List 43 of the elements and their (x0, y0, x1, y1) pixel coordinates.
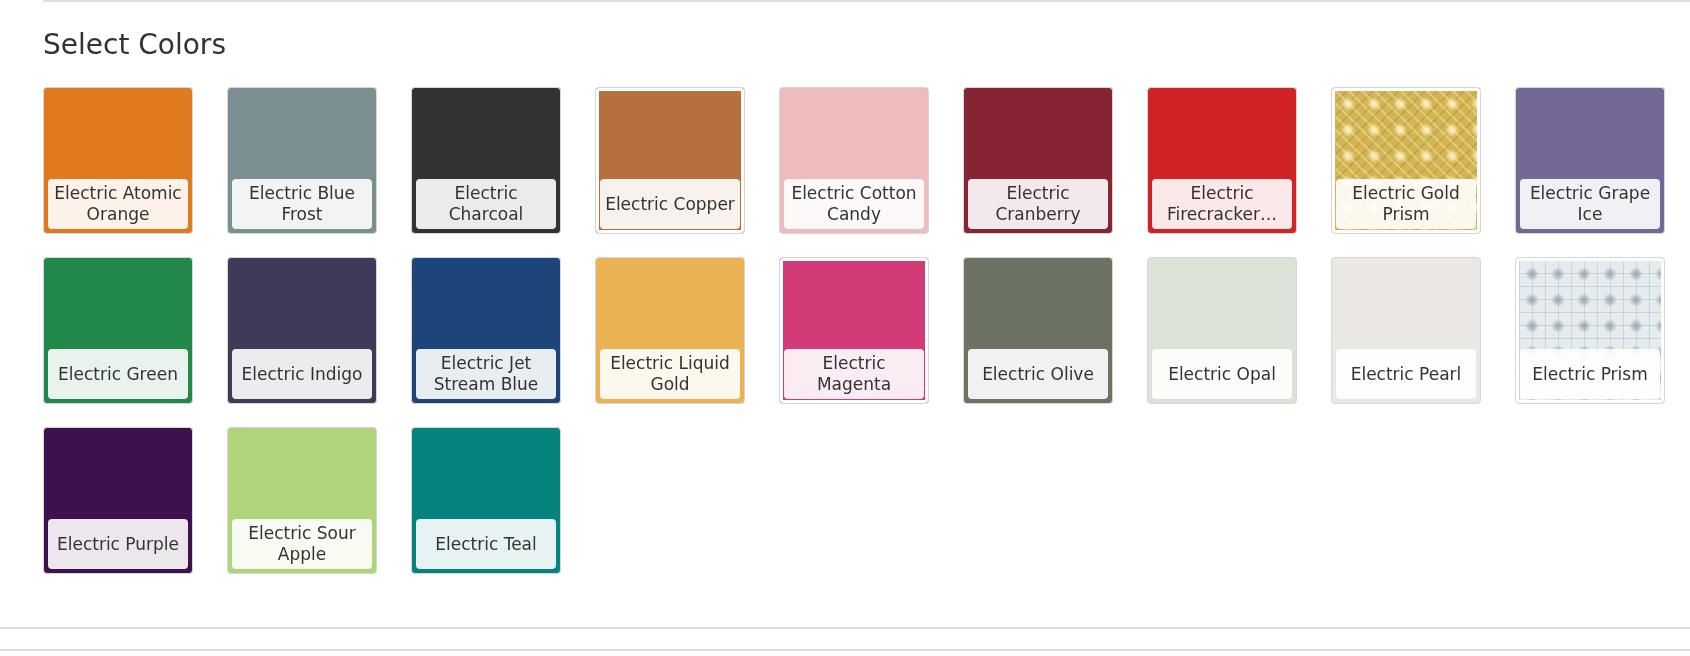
color-swatch[interactable]: Electric Firecracker… (1147, 87, 1297, 234)
color-swatch[interactable]: Electric Olive (963, 257, 1113, 404)
color-name-label: Electric Firecracker… (1152, 179, 1292, 229)
color-swatch[interactable]: Electric Sour Apple (227, 427, 377, 574)
color-name-label: Electric Cotton Candy (784, 179, 924, 229)
color-name-label: Electric Copper (600, 179, 740, 229)
color-swatch[interactable]: Electric Charcoal (411, 87, 561, 234)
color-name-label: Electric Blue Frost (232, 179, 372, 229)
color-name-label: Electric Teal (416, 519, 556, 569)
color-name-label: Electric Opal (1152, 349, 1292, 399)
color-swatch[interactable]: Electric Teal (411, 427, 561, 574)
color-swatch[interactable]: Electric Cranberry (963, 87, 1113, 234)
color-swatch[interactable]: Electric Prism (1515, 257, 1665, 404)
color-name-label: Electric Cranberry (968, 179, 1108, 229)
color-name-label: Electric Olive (968, 349, 1108, 399)
color-swatch[interactable]: Electric Jet Stream Blue (411, 257, 561, 404)
color-swatch[interactable]: Electric Cotton Candy (779, 87, 929, 234)
section-title: Select Colors (43, 28, 227, 62)
color-swatch[interactable]: Electric Opal (1147, 257, 1297, 404)
color-name-label: Electric Sour Apple (232, 519, 372, 569)
color-swatch[interactable]: Electric Grape Ice (1515, 87, 1665, 234)
color-name-label: Electric Liquid Gold (600, 349, 740, 399)
color-name-label: Electric Indigo (232, 349, 372, 399)
color-name-label: Electric Atomic Orange (48, 179, 188, 229)
color-swatch[interactable]: Electric Green (43, 257, 193, 404)
color-swatch[interactable]: Electric Magenta (779, 257, 929, 404)
color-name-label: Electric Pearl (1336, 349, 1476, 399)
color-name-label: Electric Magenta (784, 349, 924, 399)
color-swatch[interactable]: Electric Gold Prism (1331, 87, 1481, 234)
color-swatch[interactable]: Electric Liquid Gold (595, 257, 745, 404)
color-swatch[interactable]: Electric Indigo (227, 257, 377, 404)
color-name-label: Electric Green (48, 349, 188, 399)
color-name-label: Electric Prism (1520, 349, 1660, 399)
color-name-label: Electric Charcoal (416, 179, 556, 229)
color-swatch[interactable]: Electric Purple (43, 427, 193, 574)
color-swatch[interactable]: Electric Copper (595, 87, 745, 234)
color-swatch[interactable]: Electric Blue Frost (227, 87, 377, 234)
color-swatch[interactable]: Electric Pearl (1331, 257, 1481, 404)
color-swatch[interactable]: Electric Atomic Orange (43, 87, 193, 234)
color-name-label: Electric Gold Prism (1336, 179, 1476, 229)
color-name-label: Electric Jet Stream Blue (416, 349, 556, 399)
color-name-label: Electric Purple (48, 519, 188, 569)
color-name-label: Electric Grape Ice (1520, 179, 1660, 229)
